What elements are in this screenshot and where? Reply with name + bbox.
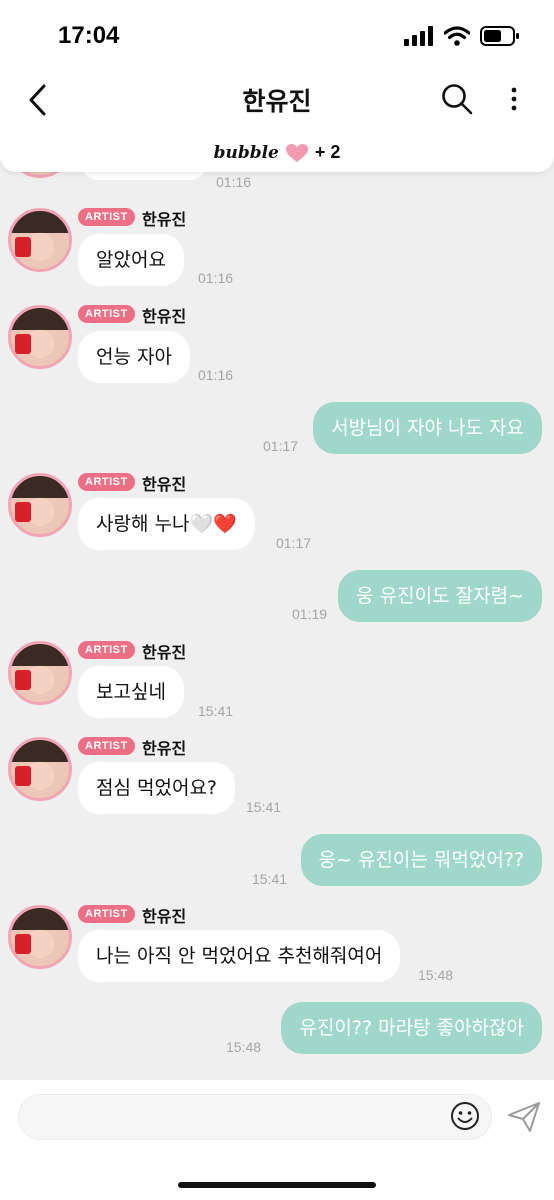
message-time: 01:17 <box>276 535 312 551</box>
message-bubble: 사랑해 누나🤍❤️ <box>78 498 255 550</box>
send-icon[interactable] <box>506 1100 542 1134</box>
message-bubble-outgoing: 웅 유진이도 잘자렴~ <box>338 570 542 622</box>
message-bubble: 알았어요 <box>78 234 184 286</box>
message-bubble: 나는 아직 안 먹었어요 추천해줘여어 <box>78 930 401 982</box>
heart-icon <box>285 143 308 162</box>
battery-icon <box>480 26 519 46</box>
avatar[interactable] <box>8 305 72 369</box>
artist-badge: ARTIST <box>78 905 135 923</box>
message-bubble: 언능 자아 <box>78 331 190 383</box>
avatar[interactable] <box>8 473 72 537</box>
sender-name: 한유진 <box>142 739 187 758</box>
more-icon[interactable] <box>504 82 524 116</box>
message-input[interactable] <box>18 1094 492 1140</box>
search-icon[interactable] <box>440 82 474 116</box>
chat-header: 한유진 bubble + 2 <box>0 60 554 172</box>
message-bubble: 점심 먹었어요? <box>78 762 236 814</box>
bubble-brand[interactable]: bubble + 2 <box>0 142 554 163</box>
avatar[interactable] <box>8 208 72 272</box>
message-time: 01:16 <box>216 174 252 190</box>
artist-badge: ARTIST <box>78 641 135 659</box>
sender-name: 한유진 <box>142 643 187 662</box>
avatar[interactable] <box>8 641 72 705</box>
sender-name: 한유진 <box>142 907 187 926</box>
message-time: 15:48 <box>418 967 454 983</box>
chat-messages: 01:16 ARTIST 한유진 알았어요 01:16 ARTIST 한유진 언… <box>0 150 554 1080</box>
message-time: 15:48 <box>226 1039 262 1055</box>
emoji-icon[interactable] <box>450 1101 480 1131</box>
message-time: 15:41 <box>252 871 288 887</box>
bubble-plus-count: + 2 <box>314 142 341 162</box>
signal-icon <box>404 26 433 46</box>
avatar[interactable] <box>8 905 72 969</box>
message-time: 01:17 <box>263 438 299 454</box>
message-time: 15:41 <box>246 799 282 815</box>
sender-name: 한유진 <box>142 307 187 326</box>
sender-name: 한유진 <box>142 475 187 494</box>
sender-name: 한유진 <box>142 210 187 229</box>
artist-badge: ARTIST <box>78 208 135 226</box>
status-time: 17:04 <box>58 22 120 49</box>
message-bubble-outgoing: 서방님이 자야 나도 자요 <box>313 402 542 454</box>
avatar[interactable] <box>8 737 72 801</box>
message-time: 15:41 <box>198 703 234 719</box>
wifi-icon <box>444 26 470 46</box>
message-bubble-outgoing: 웅~ 유진이는 뭐먹었어?? <box>300 834 542 886</box>
message-time: 01:19 <box>292 606 328 622</box>
artist-badge: ARTIST <box>78 737 135 755</box>
artist-badge: ARTIST <box>78 473 135 491</box>
message-bubble-outgoing: 유진이?? 마라탕 좋아하잖아 <box>281 1002 542 1054</box>
home-indicator <box>178 1182 376 1188</box>
message-time: 01:16 <box>198 270 234 286</box>
bubble-logo: bubble <box>213 142 279 163</box>
message-bubble: 보고싶네 <box>78 666 184 718</box>
status-icons <box>404 26 520 46</box>
message-time: 01:16 <box>198 367 234 383</box>
artist-badge: ARTIST <box>78 305 135 323</box>
